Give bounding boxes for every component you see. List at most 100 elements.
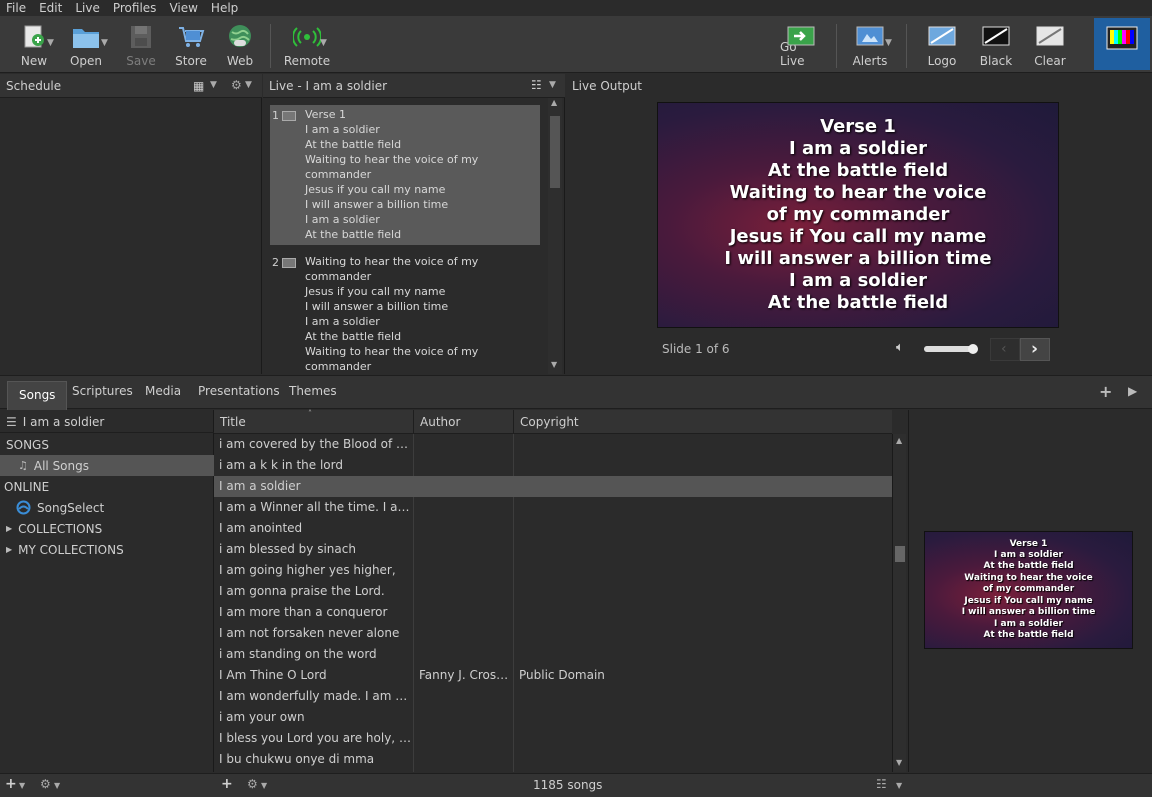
menu-icon[interactable]: ☰ xyxy=(6,415,17,429)
chevron-down-icon[interactable]: ▼ xyxy=(885,38,892,48)
column-header-author[interactable]: Author xyxy=(414,410,514,434)
chevron-down-icon[interactable]: ▼ xyxy=(101,38,108,48)
list-view-icon[interactable]: ☷ xyxy=(531,78,542,92)
table-row[interactable]: I am a soldier xyxy=(214,476,892,497)
chevron-right-icon: ▶ xyxy=(6,524,13,533)
volume-knob[interactable] xyxy=(967,344,978,354)
chevron-down-icon[interactable]: ▼ xyxy=(47,38,54,48)
menu-view[interactable]: View xyxy=(169,1,197,15)
library-search[interactable]: ☰ I am a soldier xyxy=(0,412,214,433)
speaker-icon[interactable]: 🔈︎ xyxy=(896,340,904,355)
chevron-down-icon[interactable]: ▼ xyxy=(19,781,25,790)
chevron-left-icon: ‹ xyxy=(1001,341,1007,357)
logo-button[interactable]: Logo xyxy=(922,16,962,73)
tab-presentations[interactable]: Presentations xyxy=(198,384,280,398)
column-header-copyright[interactable]: Copyright xyxy=(514,410,892,434)
table-row[interactable]: I am not forsaken never alone xyxy=(214,623,892,644)
song-title-cell: I am a Winner all the time. I am a s... xyxy=(219,500,411,514)
chevron-down-icon[interactable]: ▼ xyxy=(245,80,252,90)
table-row[interactable]: i am covered by the Blood of Jesu... xyxy=(214,434,892,455)
save-button[interactable]: Save xyxy=(122,16,160,73)
songselect-icon xyxy=(16,500,31,515)
chevron-down-icon[interactable]: ▼ xyxy=(261,781,267,790)
scroll-down-icon[interactable]: ▼ xyxy=(896,758,902,767)
sidebar-item-songselect[interactable]: SongSelect xyxy=(0,497,214,518)
gear-icon[interactable]: ⚙ xyxy=(40,777,51,791)
alerts-button[interactable]: ▼ Alerts xyxy=(850,16,892,73)
table-row[interactable]: I am gonna praise the Lord. xyxy=(214,581,892,602)
table-row[interactable]: i am blessed by sinach xyxy=(214,539,892,560)
song-author-cell: Fanny J. Crosby... xyxy=(419,668,511,682)
scroll-thumb[interactable] xyxy=(895,546,905,562)
tab-songs[interactable]: Songs xyxy=(7,381,68,410)
tab-themes[interactable]: Themes xyxy=(289,384,337,398)
chevron-down-icon[interactable]: ▼ xyxy=(54,781,60,790)
table-row[interactable]: I am a Winner all the time. I am a s... xyxy=(214,497,892,518)
tab-media[interactable]: Media xyxy=(145,384,181,398)
table-row[interactable]: I bu chukwu onye di mma xyxy=(214,749,892,770)
song-preview: Verse 1 I am a soldier At the battle fie… xyxy=(924,531,1133,649)
table-row[interactable]: I am more than a conqueror xyxy=(214,602,892,623)
display-toggle-button[interactable] xyxy=(1094,18,1150,70)
volume-slider[interactable] xyxy=(924,344,978,354)
songlist-scrollbar[interactable]: ▲ ▼ xyxy=(892,434,906,772)
remote-button[interactable]: ▼ Remote xyxy=(284,16,330,73)
add-song-icon[interactable]: + xyxy=(221,776,233,792)
table-row[interactable]: i am standing on the word xyxy=(214,644,892,665)
menu-edit[interactable]: Edit xyxy=(39,1,62,15)
slide-lines: Verse 1 I am a soldier At the battle fie… xyxy=(305,108,479,241)
play-icon[interactable]: ▶ xyxy=(1128,384,1137,398)
chevron-down-icon[interactable]: ▼ xyxy=(210,80,217,90)
gear-icon[interactable]: ⚙ xyxy=(247,777,258,791)
previous-slide-button[interactable]: ‹ xyxy=(990,338,1020,361)
black-button[interactable]: Black xyxy=(976,16,1016,73)
sidebar-item-all-songs[interactable]: ♫ All Songs xyxy=(0,455,214,476)
slide-thumbnail-icon xyxy=(282,111,296,121)
live-scrollbar[interactable]: ▲ ▼ xyxy=(548,98,562,374)
new-button[interactable]: ▼ New xyxy=(14,16,54,73)
list-view-icon[interactable]: ☷ xyxy=(876,777,887,791)
music-note-icon: ♫ xyxy=(18,459,28,472)
menu-profiles[interactable]: Profiles xyxy=(113,1,157,15)
volume-fill xyxy=(924,346,973,352)
store-button[interactable]: Store xyxy=(172,16,210,73)
column-header-title[interactable]: Title ˄ xyxy=(214,409,414,434)
live-output-title: Live Output xyxy=(572,79,643,93)
slide-lines: Waiting to hear the voice of my commande… xyxy=(305,255,479,373)
chevron-down-icon[interactable]: ▼ xyxy=(549,80,556,90)
gear-icon[interactable]: ⚙ xyxy=(231,78,242,92)
song-title-cell: i am covered by the Blood of Jesu... xyxy=(219,437,411,451)
table-row[interactable]: I am going higher yes higher, xyxy=(214,560,892,581)
slide-1[interactable]: 1 Verse 1 I am a soldier At the battle f… xyxy=(270,105,540,245)
scroll-down-icon[interactable]: ▼ xyxy=(551,360,557,369)
table-row[interactable]: i am a k k in the lord xyxy=(214,455,892,476)
grid-view-icon[interactable]: ▦ xyxy=(193,79,204,93)
table-row[interactable]: I am anointed xyxy=(214,518,892,539)
live-output-preview: Verse 1 I am a soldier At the battle fie… xyxy=(657,102,1059,328)
tab-scriptures[interactable]: Scriptures xyxy=(72,384,133,398)
web-button[interactable]: Web xyxy=(221,16,259,73)
open-button[interactable]: ▼ Open xyxy=(66,16,108,73)
scroll-up-icon[interactable]: ▲ xyxy=(896,436,902,445)
next-slide-button[interactable]: › xyxy=(1020,338,1050,361)
scroll-up-icon[interactable]: ▲ xyxy=(551,98,557,107)
chevron-down-icon[interactable]: ▼ xyxy=(896,781,902,790)
table-row[interactable]: I Am Thine O Lord Fanny J. Crosby... Publi… xyxy=(214,665,892,686)
table-row[interactable]: I bless you Lord you are holy, ho xyxy=(214,728,892,749)
table-row[interactable]: i am your own xyxy=(214,707,892,728)
chevron-right-icon: ▶ xyxy=(6,545,13,554)
add-tab-icon[interactable]: + xyxy=(1099,382,1112,401)
menu-live[interactable]: Live xyxy=(75,1,100,15)
sidebar-item-my-collections[interactable]: ▶ MY COLLECTIONS xyxy=(0,539,214,560)
menu-help[interactable]: Help xyxy=(211,1,238,15)
scroll-thumb[interactable] xyxy=(550,116,560,188)
slide-2[interactable]: 2 Waiting to hear the voice of my comman… xyxy=(270,252,540,374)
add-icon[interactable]: + xyxy=(5,776,17,792)
sidebar-item-collections[interactable]: ▶ COLLECTIONS xyxy=(0,518,214,539)
song-title-cell: i am a k k in the lord xyxy=(219,458,343,472)
chevron-down-icon[interactable]: ▼ xyxy=(320,38,327,48)
go-live-button[interactable]: Go Live xyxy=(780,16,822,73)
clear-button[interactable]: Clear xyxy=(1030,16,1070,73)
menu-file[interactable]: File xyxy=(6,1,26,15)
table-row[interactable]: I am wonderfully made. I am praye... xyxy=(214,686,892,707)
